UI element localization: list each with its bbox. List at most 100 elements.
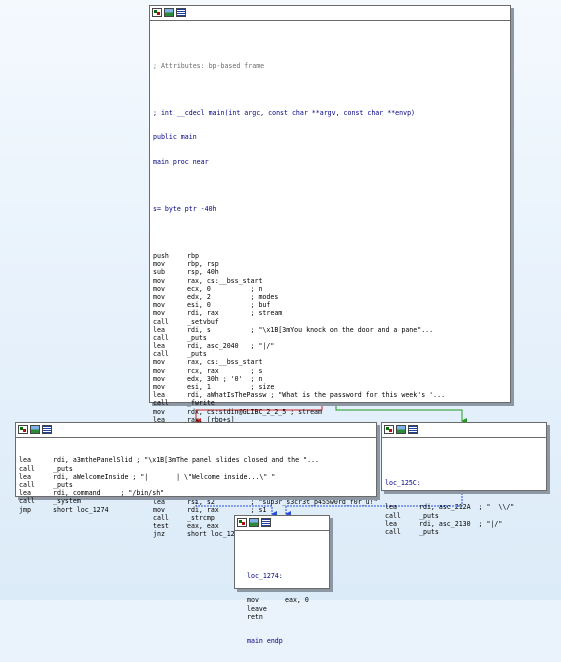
operands: edx, 2 ; modes bbox=[187, 292, 279, 301]
loc-125c-label: loc_125C: bbox=[385, 478, 421, 487]
mnemonic: mov bbox=[153, 260, 165, 269]
operands: ecx, 0 ; n bbox=[187, 284, 263, 293]
instruction-row[interactable]: lea rdi, asc_2130 ; "|/" bbox=[385, 520, 543, 528]
instruction-row[interactable]: call _puts bbox=[385, 512, 543, 520]
instruction-row[interactable]: mov rdi, rax ; stream bbox=[153, 309, 507, 317]
mnemonic: leave bbox=[247, 604, 267, 613]
instruction-row[interactable]: lea rdi, aWhatIsThePassw ; "What is the p… bbox=[153, 391, 507, 399]
picture-icon[interactable] bbox=[396, 425, 406, 434]
function-signature: ; int __cdecl main(int argc, const char … bbox=[153, 108, 416, 117]
instruction-row[interactable]: call _puts bbox=[153, 350, 507, 358]
mnemonic: call bbox=[19, 480, 35, 489]
operands: rdi, command ; "/bin/sh" bbox=[53, 489, 165, 498]
graph-view-icon[interactable] bbox=[384, 425, 394, 434]
instruction-row[interactable]: leave bbox=[247, 605, 326, 613]
instruction-row[interactable]: lea rdi, a3mthePanelSlid ; "\x1B[3mThe pa… bbox=[19, 456, 373, 464]
text-view-icon[interactable] bbox=[408, 425, 418, 434]
loc-1274-block[interactable]: loc_1274: mov eax, 0 leave retn main endp bbox=[234, 515, 330, 645]
loc-1274-label: loc_1274: bbox=[247, 571, 283, 580]
text-view-icon[interactable] bbox=[176, 8, 186, 17]
instruction-row[interactable]: mov rbp, rsp bbox=[153, 260, 507, 268]
graph-view-icon[interactable] bbox=[18, 425, 28, 434]
instruction-row[interactable]: call _puts bbox=[385, 528, 543, 536]
loc-125c-code: loc_125C: lea rdi, asc_212A ; " \\/" call _… bbox=[382, 438, 546, 553]
instruction-row[interactable]: mov ecx, 0 ; n bbox=[153, 285, 507, 293]
instruction-row[interactable]: mov edx, 30h ; '0' ; n bbox=[153, 375, 507, 383]
mnemonic: call bbox=[153, 333, 169, 342]
main-block[interactable]: ; Attributes: bp-based frame ; int __cde… bbox=[149, 5, 511, 538]
mnemonic: lea bbox=[153, 342, 165, 351]
loc-125c-block[interactable]: loc_125C: lea rdi, asc_212A ; " \\/" call _… bbox=[381, 422, 547, 536]
instruction-row[interactable]: mov esi, 0 ; buf bbox=[153, 301, 507, 309]
proc-directive: main proc near bbox=[153, 158, 209, 166]
stack-var-decl: s= byte ptr -40h bbox=[153, 205, 217, 213]
mnemonic: call bbox=[385, 511, 401, 520]
mnemonic: mov bbox=[153, 284, 165, 293]
operands: _system bbox=[53, 497, 81, 506]
operands: _puts bbox=[187, 333, 207, 342]
mnemonic: mov bbox=[153, 301, 165, 310]
instruction-row[interactable]: sub rsp, 40h bbox=[153, 268, 507, 276]
operands: esi, 0 ; buf bbox=[187, 301, 271, 310]
endp-directive: main endp bbox=[247, 637, 283, 646]
text-view-icon[interactable] bbox=[42, 425, 52, 434]
operands: _fwrite bbox=[187, 399, 215, 408]
instruction-row[interactable]: mov rax, cs:__bss_start bbox=[153, 358, 507, 366]
mnemonic: mov bbox=[153, 374, 165, 383]
instruction-row[interactable]: call _puts bbox=[153, 334, 507, 342]
instruction-row[interactable]: call _setvbuf bbox=[153, 318, 507, 326]
instruction-row[interactable]: call _system bbox=[19, 497, 373, 505]
instruction-row[interactable]: jmp short loc_1274 bbox=[19, 506, 373, 514]
graph-view-icon[interactable] bbox=[237, 518, 247, 527]
loc-1274-code: loc_1274: mov eax, 0 leave retn main endp bbox=[235, 531, 329, 662]
instruction-row[interactable]: mov rdx, cs:stdin@GLIBC_2_2_5 ; stream bbox=[153, 408, 507, 416]
mnemonic: lea bbox=[385, 503, 397, 512]
instruction-row[interactable]: call _fwrite bbox=[153, 399, 507, 407]
operands: rax, cs:__bss_start bbox=[187, 276, 263, 285]
operands: rsp, 40h bbox=[187, 268, 219, 277]
operands: _puts bbox=[187, 350, 207, 359]
instruction-row[interactable]: lea rdi, command ; "/bin/sh" bbox=[19, 489, 373, 497]
mnemonic: lea bbox=[19, 456, 31, 465]
block-toolbar bbox=[150, 6, 510, 21]
instruction-row[interactable]: mov edx, 2 ; modes bbox=[153, 293, 507, 301]
loc-125c-instructions: lea rdi, asc_212A ; " \\/" call _puts lea rdi… bbox=[385, 503, 543, 536]
instruction-row[interactable]: lea rdi, asc_212A ; " \\/" bbox=[385, 503, 543, 511]
mnemonic: jmp bbox=[19, 505, 31, 514]
operands: _puts bbox=[53, 464, 73, 473]
mnemonic: push bbox=[153, 252, 169, 260]
mnemonic: mov bbox=[153, 407, 165, 416]
mnemonic: call bbox=[153, 350, 169, 359]
instruction-row[interactable]: mov rcx, rax ; s bbox=[153, 367, 507, 375]
operands: rdi, s ; "\x1B[3mYou knock on the door a… bbox=[187, 325, 434, 334]
instruction-row[interactable]: lea rdi, aWelcomeInside ; "| | \"Welcome … bbox=[19, 473, 373, 481]
instruction-row[interactable]: mov esi, 1 ; size bbox=[153, 383, 507, 391]
mnemonic: retn bbox=[247, 612, 263, 621]
operands: _puts bbox=[53, 480, 73, 489]
success-block[interactable]: lea rdi, a3mthePanelSlid ; "\x1B[3mThe pa… bbox=[15, 422, 377, 514]
mnemonic: lea bbox=[153, 325, 165, 334]
instruction-row[interactable]: lea rdi, s ; "\x1B[3mYou knock on the doo… bbox=[153, 326, 507, 334]
mnemonic: call bbox=[153, 399, 169, 408]
text-view-icon[interactable] bbox=[261, 518, 271, 527]
block-toolbar bbox=[235, 516, 329, 531]
picture-icon[interactable] bbox=[249, 518, 259, 527]
mnemonic: call bbox=[153, 317, 169, 326]
mnemonic: lea bbox=[153, 391, 165, 400]
instruction-row[interactable]: call _puts bbox=[19, 465, 373, 473]
instruction-row[interactable]: lea rdi, asc_2040 ; "|/" bbox=[153, 342, 507, 350]
graph-view-icon[interactable] bbox=[152, 8, 162, 17]
instruction-row[interactable]: call _puts bbox=[19, 481, 373, 489]
mnemonic: call bbox=[385, 527, 401, 536]
operands: rcx, rax ; s bbox=[187, 366, 263, 375]
operands: rdi, aWhatIsThePassw ; "What is the pass… bbox=[187, 391, 446, 400]
mnemonic: mov bbox=[153, 358, 165, 367]
instruction-row[interactable]: retn bbox=[247, 613, 326, 621]
picture-icon[interactable] bbox=[30, 425, 40, 434]
public-directive: public main bbox=[153, 133, 197, 142]
instruction-row[interactable]: mov rax, cs:__bss_start bbox=[153, 277, 507, 285]
instruction-row[interactable]: push rbp bbox=[153, 252, 507, 260]
mnemonic: mov bbox=[153, 292, 165, 301]
picture-icon[interactable] bbox=[164, 8, 174, 17]
instruction-row[interactable]: mov eax, 0 bbox=[247, 596, 326, 604]
